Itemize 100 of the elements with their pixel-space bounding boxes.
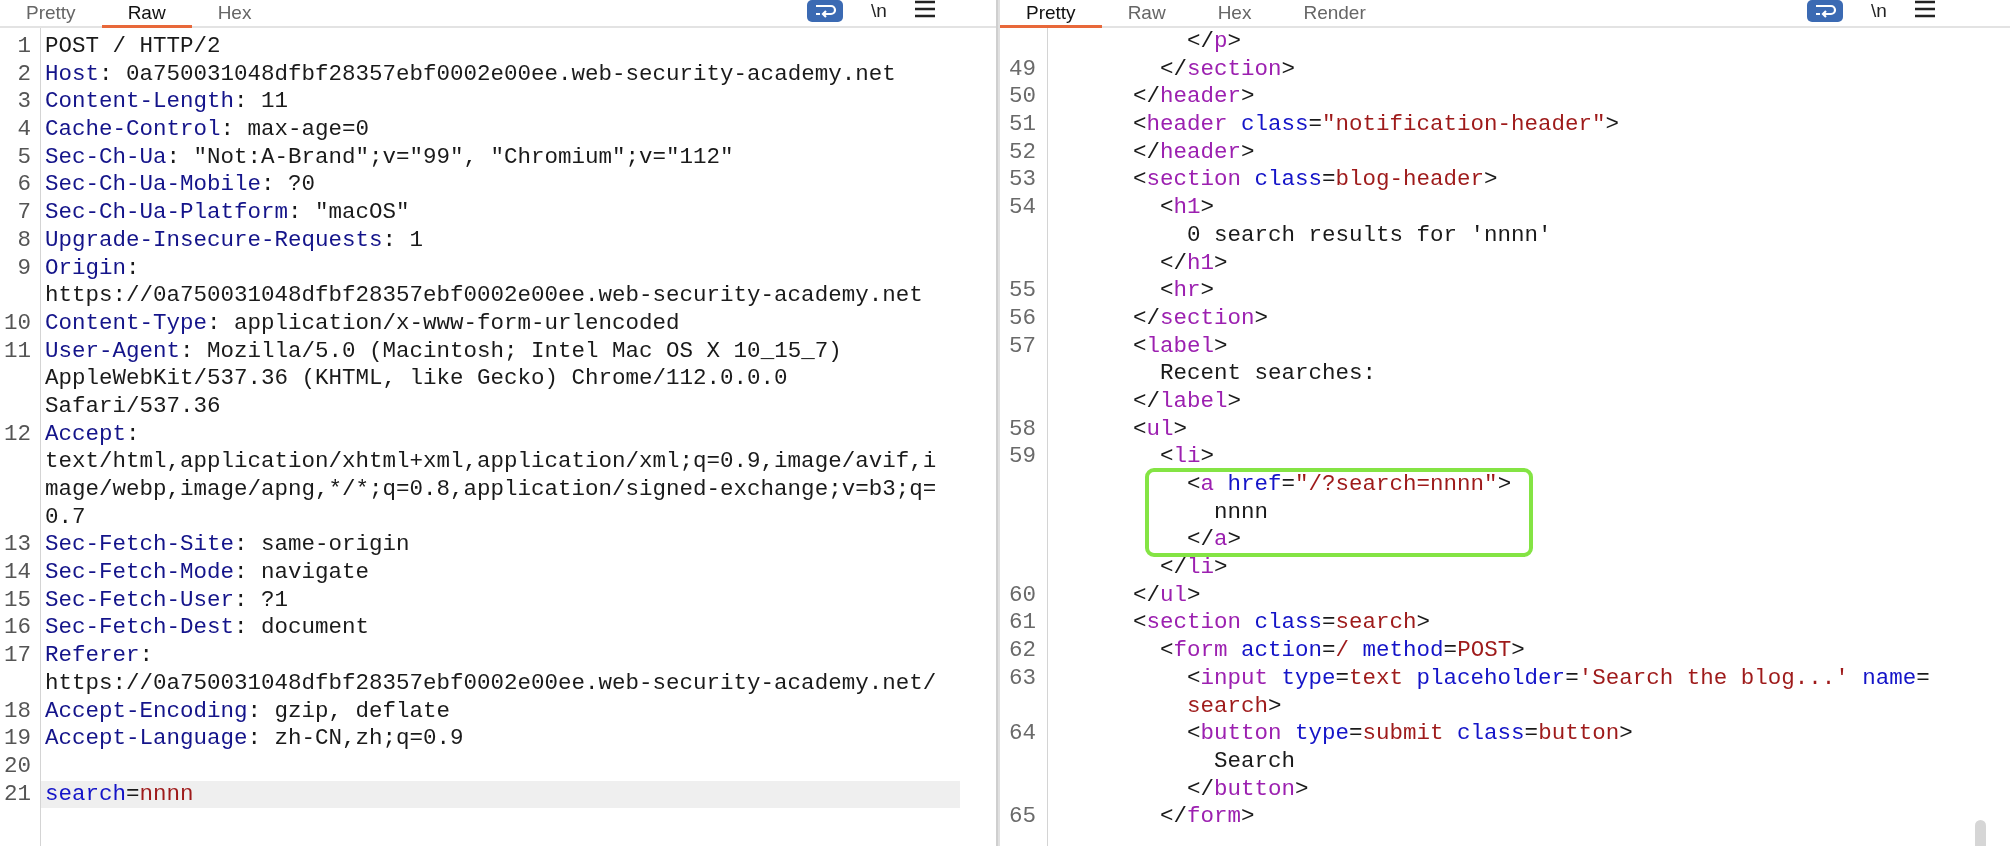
line-number: 5 bbox=[17, 143, 31, 170]
code-line: </p> bbox=[1186, 28, 1242, 54]
menu-icon[interactable] bbox=[914, 0, 935, 18]
line-number: 7 bbox=[17, 199, 31, 226]
code-line: User-Agent: Mozilla/5.0 (Macintosh; Intel Mac OS X 10_15_7) bbox=[45, 337, 842, 364]
view-tab[interactable]: Pretty bbox=[0, 0, 102, 28]
code-line: Sec-Fetch-Dest: document bbox=[45, 614, 370, 641]
code-line: Sec-Fetch-Site: same-origin bbox=[45, 531, 410, 558]
line-number: 1 bbox=[17, 33, 31, 59]
code-line: <section class=blog-header> bbox=[1132, 166, 1498, 193]
code-line: Cache-Control: max-age=0 bbox=[45, 116, 370, 143]
view-tab[interactable]: Hex bbox=[1191, 0, 1278, 28]
line-number: 6 bbox=[17, 171, 31, 198]
code-line: Content-Type: application/x-www-form-urlencoded bbox=[45, 309, 680, 336]
code-line: </header> bbox=[1132, 138, 1255, 165]
code-line: </ul> bbox=[1132, 581, 1201, 608]
line-number: 55 bbox=[1009, 277, 1036, 304]
line-number: 64 bbox=[1009, 720, 1036, 747]
code-line: </a> bbox=[1186, 526, 1242, 553]
line-number: 10 bbox=[4, 309, 31, 336]
code-line: </section> bbox=[1132, 304, 1269, 331]
line-number: 53 bbox=[1009, 166, 1036, 193]
code-line: Accept: bbox=[45, 420, 140, 447]
line-number: 50 bbox=[1009, 83, 1036, 110]
view-tab[interactable]: Raw bbox=[101, 0, 192, 28]
code-line: <a href="/?search=nnnn"> bbox=[1186, 471, 1512, 497]
code-line: </form> bbox=[1159, 803, 1255, 830]
line-number: 63 bbox=[1009, 664, 1036, 691]
code-line: Referer: bbox=[45, 642, 154, 669]
line-number: 61 bbox=[1009, 609, 1036, 636]
view-tab[interactable]: Raw bbox=[1101, 0, 1192, 28]
code-line: Upgrade-Insecure-Requests: 1 bbox=[45, 226, 424, 253]
code-line: Sec-Fetch-User: ?1 bbox=[45, 586, 289, 613]
line-number: 60 bbox=[1009, 581, 1036, 608]
code-line: https://0a750031048dfbf28357ebf0002e00ee.web-security-academy.net bbox=[45, 282, 923, 309]
newline-toggle[interactable]: \n bbox=[871, 0, 887, 22]
line-number: 20 bbox=[4, 752, 31, 779]
line-number: 15 bbox=[4, 586, 31, 613]
code-line: text/html,application/xhtml+xml,application/xml;q=0.9,image/avif,i bbox=[45, 448, 937, 475]
code-line: <ul> bbox=[1132, 415, 1188, 442]
code-line: Search bbox=[1213, 747, 1296, 774]
code-line: <label> bbox=[1132, 332, 1228, 359]
line-number: 21 bbox=[4, 780, 31, 807]
line-number: 52 bbox=[1009, 138, 1036, 165]
word-wrap-icon[interactable] bbox=[1807, 0, 1843, 22]
code-line: Sec-Ch-Ua: "Not:A-Brand";v="99", "Chromium";v="112" bbox=[45, 143, 734, 170]
line-number: 62 bbox=[1009, 637, 1036, 664]
line-number: 2 bbox=[17, 60, 31, 87]
code-line: 0.7 bbox=[45, 503, 86, 530]
code-line: search=nnnn bbox=[45, 780, 194, 807]
code-line: </button> bbox=[1186, 775, 1309, 802]
view-tab[interactable]: Render bbox=[1277, 0, 1392, 28]
code-line: <h1> bbox=[1159, 194, 1215, 221]
line-number: 16 bbox=[4, 614, 31, 641]
code-line: Content-Length: 11 bbox=[45, 88, 289, 115]
line-number: 18 bbox=[4, 697, 31, 724]
word-wrap-icon[interactable] bbox=[807, 0, 843, 22]
code-line: Accept-Encoding: gzip, deflate bbox=[45, 697, 451, 724]
code-line: 0 search results for 'nnnn' bbox=[1186, 221, 1552, 248]
line-number: 59 bbox=[1009, 443, 1036, 470]
line-number: 11 bbox=[4, 337, 31, 364]
code-line: </h1> bbox=[1159, 249, 1228, 276]
code-line: <hr> bbox=[1159, 277, 1215, 304]
code-line: <header class="notification-header"> bbox=[1132, 111, 1620, 138]
code-line: nnnn bbox=[1213, 498, 1269, 525]
code-line: Sec-Fetch-Mode: navigate bbox=[45, 559, 370, 586]
code-line: <section class=search> bbox=[1132, 609, 1431, 636]
code-line: AppleWebKit/537.36 (KHTML, like Gecko) Chrome/112.0.0.0 bbox=[45, 365, 788, 392]
code-line: Safari/537.36 bbox=[45, 392, 221, 419]
line-number: 8 bbox=[17, 226, 31, 253]
line-number: 4 bbox=[17, 116, 31, 143]
view-tab[interactable]: Hex bbox=[191, 0, 278, 28]
code-line: <button type=submit class=button> bbox=[1186, 720, 1633, 747]
line-number: 13 bbox=[4, 531, 31, 558]
line-number: 17 bbox=[4, 642, 31, 669]
code-line: <input type=text placeholder='Search the blog...' name= bbox=[1186, 664, 1930, 691]
code-line: Host: 0a750031048dfbf28357ebf0002e00ee.web-security-academy.net bbox=[45, 60, 896, 87]
line-number: 14 bbox=[4, 559, 31, 586]
line-number: 65 bbox=[1009, 803, 1036, 830]
code-line: <form action=/ method=POST> bbox=[1159, 637, 1525, 664]
code-line: Sec-Ch-Ua-Platform: "macOS" bbox=[45, 199, 410, 226]
code-line: </header> bbox=[1132, 83, 1255, 110]
code-line: mage/webp,image/apng,*/*;q=0.8,application/signed-exchange;v=b3;q= bbox=[45, 476, 937, 502]
code-line: Sec-Ch-Ua-Mobile: ?0 bbox=[45, 171, 316, 198]
view-tab[interactable]: Pretty bbox=[1000, 0, 1102, 28]
code-line: POST / HTTP/2 bbox=[45, 33, 221, 59]
newline-toggle[interactable]: \n bbox=[1871, 0, 1887, 22]
line-number: 9 bbox=[17, 254, 31, 281]
code-line: Recent searches: bbox=[1159, 360, 1377, 387]
line-number: 19 bbox=[4, 725, 31, 752]
code-line: </section> bbox=[1159, 55, 1296, 82]
code-line: </label> bbox=[1132, 387, 1242, 414]
code-line: https://0a750031048dfbf28357ebf0002e00ee.web-security-academy.net/ bbox=[45, 669, 937, 696]
code-line: <li> bbox=[1159, 443, 1215, 470]
code-line: Accept-Language: zh-CN,zh;q=0.9 bbox=[45, 725, 464, 752]
code-line: search> bbox=[1186, 692, 1282, 719]
line-number: 49 bbox=[1009, 55, 1036, 82]
menu-icon[interactable] bbox=[1914, 0, 1935, 18]
line-number: 58 bbox=[1009, 415, 1036, 442]
scrollbar-thumb[interactable] bbox=[1975, 820, 1986, 846]
